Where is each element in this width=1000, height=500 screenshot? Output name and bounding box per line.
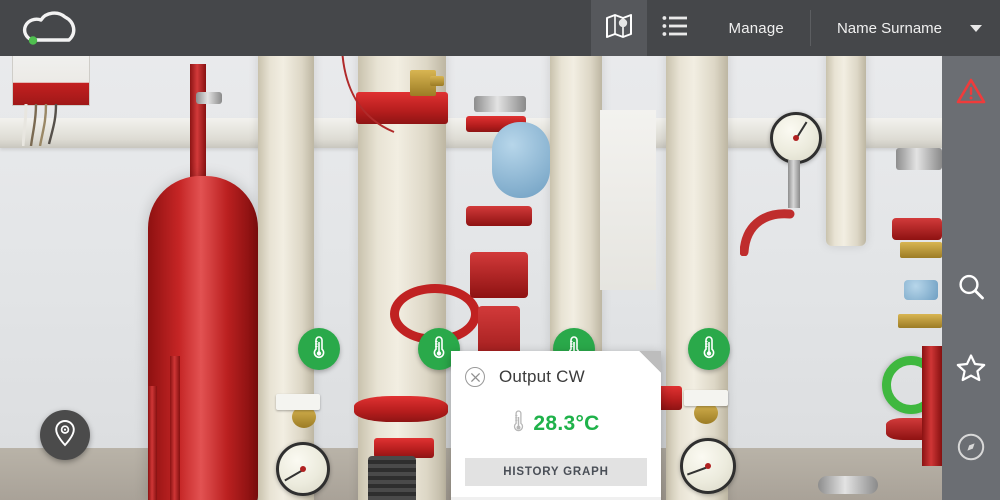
header-right: Manage Name Surname (703, 0, 1000, 56)
photo-red-pipe-left (170, 356, 180, 500)
tab-list[interactable] (647, 0, 703, 56)
user-name-label: Name Surname (836, 19, 942, 37)
history-graph-button[interactable]: HISTORY GRAPH (465, 458, 647, 486)
top-header: Manage Name Surname (0, 0, 1000, 56)
photo-wires (22, 104, 58, 146)
compass-button[interactable] (942, 420, 1000, 478)
alerts-button[interactable] (942, 64, 1000, 122)
photo-vessel-fitting (196, 92, 222, 104)
photo-brass-right-2 (898, 314, 942, 328)
chevron-down-icon (970, 24, 982, 32)
popup-temperature-value: 28.3°C (533, 411, 600, 435)
popup-value-row: 28.3°C (451, 409, 661, 438)
star-icon (956, 353, 986, 387)
header-nav-icons (590, 0, 703, 56)
thermometer-icon (431, 335, 447, 364)
photo-blue-right (904, 280, 938, 300)
popup-header: Output CW (451, 351, 661, 387)
user-menu[interactable]: Name Surname (811, 0, 1000, 56)
warning-triangle-icon (956, 77, 986, 110)
map-icon (604, 12, 634, 45)
photo-red-hose (740, 209, 795, 256)
location-pin-marker[interactable] (40, 410, 90, 460)
header-spacer (100, 0, 591, 56)
photo-redband-2 (354, 396, 448, 422)
search-icon (956, 272, 986, 307)
photo-corrugated-joint (368, 456, 416, 500)
photo-gauge-left (276, 442, 330, 496)
popup-title: Output CW (499, 367, 585, 386)
photo-vessel-pipe (190, 64, 206, 184)
sensor-marker-4[interactable] (688, 328, 730, 370)
sensor-marker-1[interactable] (298, 328, 340, 370)
photo-pipe-4 (666, 56, 728, 500)
photo-thin-wire (341, 56, 395, 133)
photo-chrome-right-2 (818, 476, 878, 494)
map-pin-icon (54, 419, 76, 452)
photo-flange-right-2 (892, 218, 942, 240)
popup-fold-corner (639, 351, 661, 373)
sensor-popup: Output CW 28.3°C HISTORY GRAPH (451, 351, 661, 500)
logo-button[interactable] (0, 0, 100, 56)
compass-icon (956, 432, 986, 467)
photo-white-panel (600, 110, 656, 290)
photo-pipe-5 (826, 56, 866, 246)
photo-brass-right-1 (900, 242, 942, 258)
search-button[interactable] (942, 260, 1000, 318)
photo-chrome-1 (474, 96, 526, 112)
photo-stage[interactable]: NITSUACONDOTTO A DISTANZA ARRCONDOTTO A (0, 56, 942, 500)
photo-red-pipe-right (922, 346, 942, 466)
right-sidebar (942, 56, 1000, 500)
photo-chrome-right (896, 148, 942, 170)
photo-expansion-vessel (148, 176, 258, 500)
photo-blue-valve (492, 122, 550, 198)
app-root: Manage Name Surname Output CW 28.3°C HIS… (0, 0, 1000, 500)
photo-label-white-1 (276, 394, 320, 410)
photo-brass-fitting-2 (430, 76, 444, 86)
photo-control-box (12, 56, 90, 106)
thermometer-icon (512, 409, 525, 438)
photo-pipe-1 (258, 56, 314, 500)
list-icon (662, 15, 688, 42)
photo-gauge-hub-3 (705, 463, 711, 469)
photo-label-white-2 (684, 390, 728, 406)
photo-redband-3 (374, 438, 434, 458)
manage-link[interactable]: Manage (703, 0, 810, 56)
cloud-logo-icon (19, 8, 81, 48)
close-circle-icon[interactable] (465, 367, 485, 387)
photo-gauge-top (770, 112, 822, 164)
thermometer-icon (701, 335, 717, 364)
photo-flange-2 (470, 252, 528, 298)
photo-gauge-right (680, 438, 736, 494)
photo-gauge-hub-2 (300, 466, 306, 472)
thermometer-icon (311, 335, 327, 364)
photo-gauge-hub (793, 135, 799, 141)
tab-map[interactable] (590, 0, 647, 56)
photo-flange-1 (466, 206, 532, 226)
photo-red-pipe-left2 (148, 386, 157, 500)
favorites-button[interactable] (942, 341, 1000, 399)
